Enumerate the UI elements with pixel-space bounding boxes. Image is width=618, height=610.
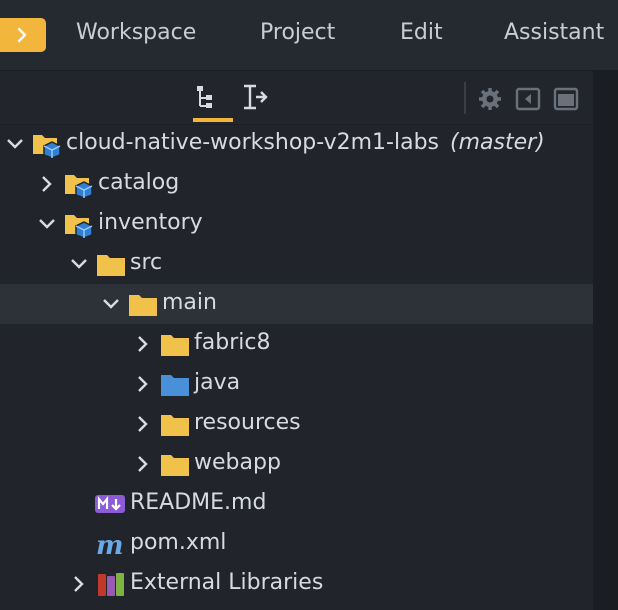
- tree-item-label: README.md: [130, 490, 267, 515]
- tree-item-fabric8[interactable]: fabric8: [0, 324, 593, 364]
- tree-item-label: src: [130, 250, 163, 275]
- chevron-right-icon: [17, 27, 27, 43]
- tree-item-label: pom.xml: [130, 530, 227, 555]
- tree-item-java[interactable]: java: [0, 364, 593, 404]
- module-folder-icon: [65, 175, 93, 198]
- tree-item-main[interactable]: main: [0, 284, 593, 324]
- tree-item-inventory[interactable]: inventory: [0, 204, 593, 244]
- tree-item-label: resources: [194, 410, 301, 435]
- maximize-panel-icon[interactable]: [553, 86, 579, 112]
- chevron-down-icon[interactable]: [102, 295, 120, 313]
- tree-item-label: fabric8: [194, 330, 271, 355]
- folder-icon: [161, 455, 189, 476]
- tab-structure[interactable]: [240, 80, 280, 122]
- source-folder-icon: [161, 375, 189, 396]
- tree-item-root[interactable]: cloud-native-workshop-v2m1-labs (master): [0, 124, 593, 164]
- chevron-right-icon[interactable]: [134, 455, 152, 473]
- tree-item-label: java: [194, 370, 241, 395]
- markdown-icon: [95, 495, 125, 513]
- menu-workspace[interactable]: Workspace: [76, 20, 196, 45]
- collapse-left-icon[interactable]: [515, 86, 541, 112]
- chevron-down-icon[interactable]: [38, 215, 56, 233]
- project-tree-icon: [197, 86, 212, 108]
- folder-icon: [97, 255, 125, 276]
- maven-icon: m: [96, 531, 124, 558]
- folder-icon: [161, 415, 189, 436]
- tree-item-external-libraries[interactable]: External Libraries: [0, 564, 593, 604]
- editor-area-edge: [593, 70, 618, 610]
- menu-bar: Workspace Project Edit Assistant: [0, 0, 618, 71]
- tree-item-label: External Libraries: [130, 570, 324, 595]
- git-branch-label: (master): [450, 130, 545, 155]
- tree-item-catalog[interactable]: catalog: [0, 164, 593, 204]
- tree-item-pom[interactable]: m pom.xml: [0, 524, 593, 564]
- tree-item-webapp[interactable]: webapp: [0, 444, 593, 484]
- tab-project-tree[interactable]: [193, 80, 233, 122]
- chevron-right-icon[interactable]: [134, 335, 152, 353]
- gear-icon[interactable]: [477, 86, 503, 112]
- menu-project[interactable]: Project: [260, 20, 335, 45]
- tree-item-label: webapp: [194, 450, 281, 475]
- toolbar-separator: [464, 82, 466, 114]
- library-books-icon: [98, 573, 124, 596]
- panel-toolbar: [0, 72, 593, 125]
- folder-icon: [161, 335, 189, 356]
- menu-assistant[interactable]: Assistant: [504, 20, 604, 45]
- chevron-right-icon[interactable]: [134, 375, 152, 393]
- chevron-down-icon[interactable]: [6, 135, 24, 153]
- module-folder-icon: [65, 215, 93, 238]
- tree-item-label: catalog: [98, 170, 180, 195]
- structure-icon: [244, 84, 268, 110]
- chevron-down-icon[interactable]: [70, 255, 88, 273]
- tree-item-resources[interactable]: resources: [0, 404, 593, 444]
- chevron-right-icon[interactable]: [134, 415, 152, 433]
- tree-item-label: cloud-native-workshop-v2m1-labs: [66, 130, 439, 155]
- chevron-right-icon[interactable]: [38, 175, 56, 193]
- tree-item-label: main: [162, 290, 217, 315]
- chevron-right-icon[interactable]: [70, 575, 88, 593]
- svg-text:m: m: [96, 531, 124, 558]
- menu-edit[interactable]: Edit: [400, 20, 443, 45]
- tree-item-label: inventory: [98, 210, 203, 235]
- menu-toggle-button[interactable]: [0, 18, 46, 52]
- module-folder-icon: [33, 135, 61, 158]
- tree-item-readme[interactable]: README.md: [0, 484, 593, 524]
- tree-item-src[interactable]: src: [0, 244, 593, 284]
- folder-icon: [129, 295, 157, 316]
